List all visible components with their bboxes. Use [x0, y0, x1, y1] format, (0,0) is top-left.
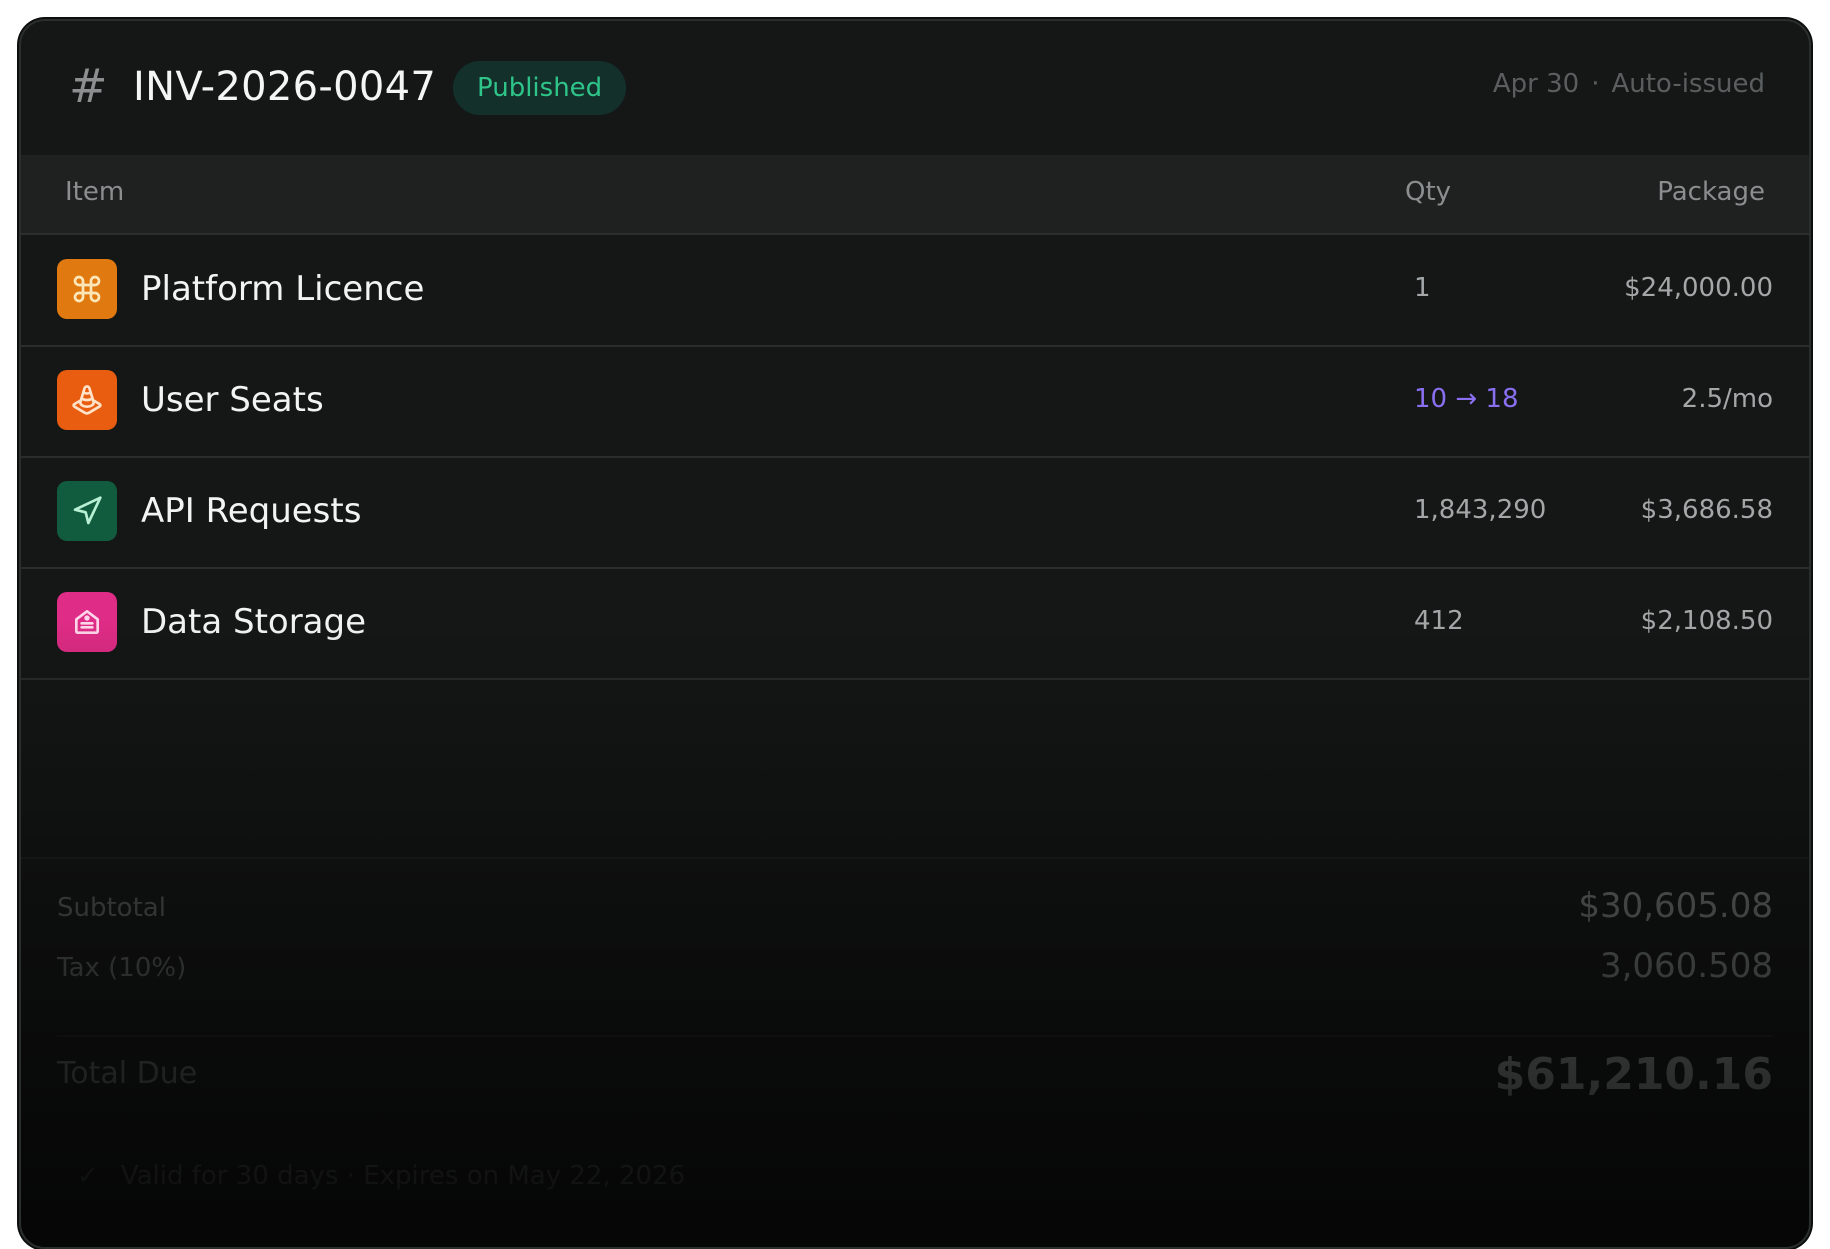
table-row[interactable]: User Seats 10 → 18 2.5/mo — [21, 346, 1809, 458]
invoice-header: # INV-2026-0047 Published Apr 30 · Auto-is… — [21, 21, 1809, 157]
column-header-package: Package — [1657, 177, 1765, 207]
tax-value: 3,060.508 — [1599, 946, 1773, 986]
hash-icon: # — [69, 59, 108, 113]
item-package: $24,000.00 — [1624, 273, 1773, 303]
totals-divider — [57, 1035, 1773, 1037]
status-badge: Published — [453, 61, 627, 115]
item-package: $3,686.58 — [1640, 495, 1773, 525]
table-header: Item Qty Package — [21, 155, 1809, 235]
subtotal-label: Subtotal — [57, 893, 166, 923]
item-package: $2,108.50 — [1640, 606, 1773, 636]
item-name: User Seats — [141, 380, 324, 420]
invoice-meta: Apr 30 · Auto-issued — [1493, 71, 1765, 97]
send-icon — [57, 481, 117, 541]
item-package: 2.5/mo — [1681, 384, 1773, 414]
item-qty: 1,843,290 — [1414, 495, 1547, 525]
tax-label: Tax (10%) — [57, 953, 187, 983]
meta-separator: · — [1591, 69, 1600, 99]
validity-text: Valid for 30 days · Expires on May 22, 2… — [120, 1161, 686, 1191]
command-icon — [57, 259, 117, 319]
column-header-item: Item — [65, 177, 125, 207]
total-due-value: $61,210.16 — [1494, 1049, 1773, 1100]
totals-section: Subtotal $30,605.08 Tax (10%) 3,060.508 … — [21, 857, 1809, 1247]
item-name: Platform Licence — [141, 269, 425, 309]
item-name: API Requests — [141, 491, 362, 531]
item-qty: 1 — [1414, 273, 1431, 303]
issue-type: Auto-issued — [1611, 69, 1765, 99]
item-name: Data Storage — [141, 602, 367, 642]
validity-note: ✓ Valid for 30 days · Expires on May 22, … — [77, 1163, 685, 1189]
check-icon: ✓ — [77, 1161, 99, 1191]
item-qty: 412 — [1414, 606, 1464, 636]
table-row[interactable]: Data Storage 412 $2,108.50 — [21, 568, 1809, 680]
item-qty-change: 10 → 18 — [1414, 384, 1519, 414]
table-row[interactable]: Platform Licence 1 $24,000.00 — [21, 235, 1809, 347]
invoice-date: Apr 30 — [1492, 69, 1580, 99]
total-due-label: Total Due — [57, 1056, 198, 1091]
tag-icon — [57, 592, 117, 652]
traffic-cone-icon — [57, 370, 117, 430]
invoice-panel: # INV-2026-0047 Published Apr 30 · Auto-is… — [19, 19, 1811, 1249]
subtotal-value: $30,605.08 — [1578, 886, 1773, 926]
column-header-qty: Qty — [1405, 177, 1452, 207]
invoice-id: INV-2026-0047 — [133, 64, 437, 110]
table-row[interactable]: API Requests 1,843,290 $3,686.58 — [21, 457, 1809, 569]
